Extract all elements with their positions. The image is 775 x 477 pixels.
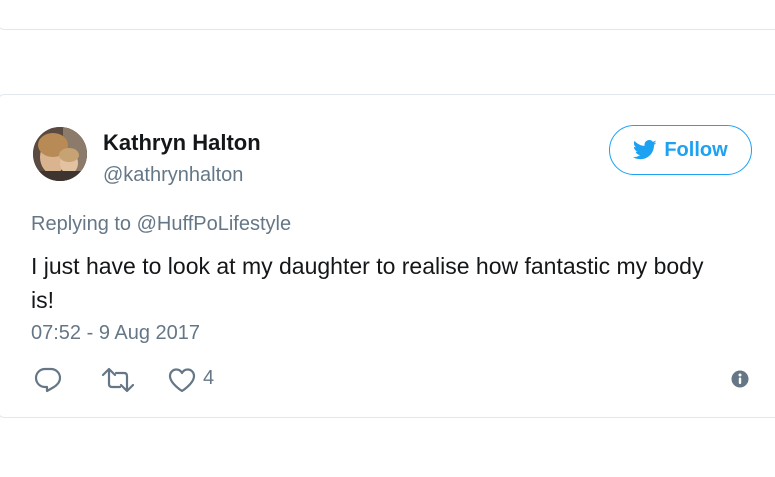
avatar-photo xyxy=(33,127,87,181)
tweet-text: I just have to look at my daughter to re… xyxy=(31,253,704,313)
heart-icon[interactable] xyxy=(167,367,197,393)
info-icon[interactable] xyxy=(731,370,749,388)
tweet-timestamp[interactable]: 07:52 - 9 Aug 2017 xyxy=(31,322,200,345)
author-handle[interactable]: @kathrynhalton xyxy=(103,164,243,187)
follow-label: Follow xyxy=(664,138,728,161)
retweet-icon[interactable] xyxy=(101,367,135,393)
reply-to-link[interactable]: @HuffPoLifestyle xyxy=(137,213,291,235)
reply-context: Replying to @HuffPoLifestyle xyxy=(31,213,291,236)
avatar[interactable] xyxy=(33,127,87,181)
previous-tweet-card xyxy=(0,0,775,30)
twitter-bird-icon xyxy=(633,140,657,160)
author-name[interactable]: Kathryn Halton xyxy=(103,130,261,156)
reply-icon[interactable] xyxy=(34,367,62,393)
like-count: 4 xyxy=(203,367,215,389)
follow-button[interactable]: Follow xyxy=(609,125,752,175)
reply-prefix: Replying to xyxy=(31,213,132,235)
